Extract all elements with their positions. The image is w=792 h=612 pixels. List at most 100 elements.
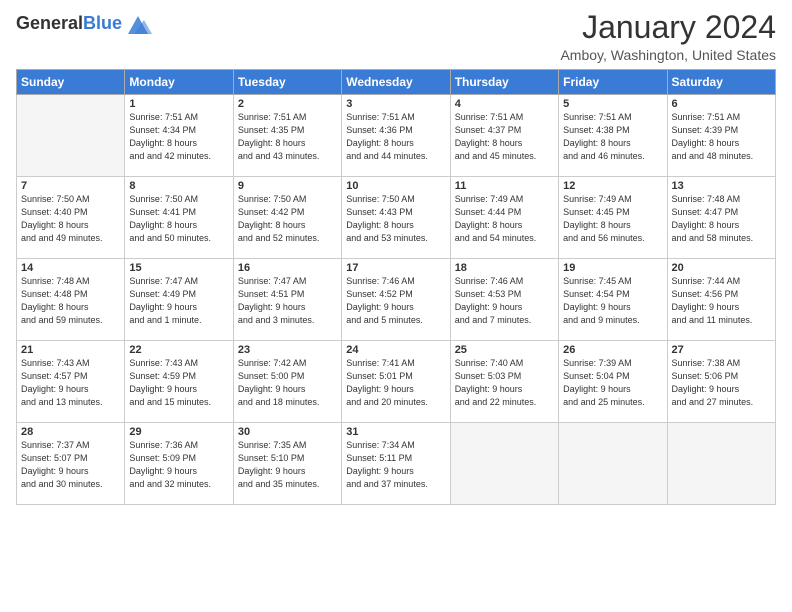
table-row: 24Sunrise: 7:41 AMSunset: 5:01 PMDayligh…: [342, 341, 450, 423]
daylight-line1: Daylight: 8 hours: [455, 219, 554, 232]
table-row: 20Sunrise: 7:44 AMSunset: 4:56 PMDayligh…: [667, 259, 775, 341]
sunset: Sunset: 5:03 PM: [455, 370, 554, 383]
table-row: 12Sunrise: 7:49 AMSunset: 4:45 PMDayligh…: [559, 177, 667, 259]
day-number: 15: [129, 262, 228, 274]
day-number: 24: [346, 344, 445, 356]
sunrise: Sunrise: 7:48 AM: [672, 193, 771, 206]
day-number: 2: [238, 98, 337, 110]
sunset: Sunset: 4:57 PM: [21, 370, 120, 383]
logo-blue-text: Blue: [83, 13, 122, 33]
sunset: Sunset: 5:09 PM: [129, 452, 228, 465]
table-row: 25Sunrise: 7:40 AMSunset: 5:03 PMDayligh…: [450, 341, 558, 423]
daylight-line1: Daylight: 9 hours: [346, 383, 445, 396]
day-info: Sunrise: 7:51 AMSunset: 4:34 PMDaylight:…: [129, 111, 228, 163]
day-number: 25: [455, 344, 554, 356]
table-row: 17Sunrise: 7:46 AMSunset: 4:52 PMDayligh…: [342, 259, 450, 341]
sunset: Sunset: 4:45 PM: [563, 206, 662, 219]
daylight-line2: and and 37 minutes.: [346, 478, 445, 491]
table-row: 23Sunrise: 7:42 AMSunset: 5:00 PMDayligh…: [233, 341, 341, 423]
sunset: Sunset: 5:11 PM: [346, 452, 445, 465]
day-number: 6: [672, 98, 771, 110]
calendar-week-row: 14Sunrise: 7:48 AMSunset: 4:48 PMDayligh…: [17, 259, 776, 341]
daylight-line2: and and 59 minutes.: [21, 314, 120, 327]
sunrise: Sunrise: 7:47 AM: [238, 275, 337, 288]
daylight-line2: and and 3 minutes.: [238, 314, 337, 327]
day-info: Sunrise: 7:42 AMSunset: 5:00 PMDaylight:…: [238, 357, 337, 409]
page: GeneralBlue January 2024 Amboy, Washingt…: [0, 0, 792, 612]
day-info: Sunrise: 7:43 AMSunset: 4:59 PMDaylight:…: [129, 357, 228, 409]
sunset: Sunset: 5:10 PM: [238, 452, 337, 465]
day-number: 19: [563, 262, 662, 274]
day-number: 8: [129, 180, 228, 192]
day-number: 31: [346, 426, 445, 438]
table-row: [667, 423, 775, 505]
sunset: Sunset: 4:36 PM: [346, 124, 445, 137]
daylight-line1: Daylight: 9 hours: [346, 301, 445, 314]
sunset: Sunset: 4:56 PM: [672, 288, 771, 301]
sunset: Sunset: 4:37 PM: [455, 124, 554, 137]
day-info: Sunrise: 7:50 AMSunset: 4:40 PMDaylight:…: [21, 193, 120, 245]
table-row: 14Sunrise: 7:48 AMSunset: 4:48 PMDayligh…: [17, 259, 125, 341]
day-info: Sunrise: 7:36 AMSunset: 5:09 PMDaylight:…: [129, 439, 228, 491]
daylight-line1: Daylight: 8 hours: [346, 219, 445, 232]
daylight-line1: Daylight: 8 hours: [238, 137, 337, 150]
day-number: 10: [346, 180, 445, 192]
daylight-line1: Daylight: 9 hours: [346, 465, 445, 478]
day-number: 28: [21, 426, 120, 438]
logo: GeneralBlue: [16, 10, 152, 38]
day-info: Sunrise: 7:41 AMSunset: 5:01 PMDaylight:…: [346, 357, 445, 409]
daylight-line2: and and 49 minutes.: [21, 232, 120, 245]
daylight-line2: and and 45 minutes.: [455, 150, 554, 163]
table-row: 1Sunrise: 7:51 AMSunset: 4:34 PMDaylight…: [125, 95, 233, 177]
day-info: Sunrise: 7:47 AMSunset: 4:49 PMDaylight:…: [129, 275, 228, 327]
sunrise: Sunrise: 7:36 AM: [129, 439, 228, 452]
table-row: 29Sunrise: 7:36 AMSunset: 5:09 PMDayligh…: [125, 423, 233, 505]
sunset: Sunset: 4:54 PM: [563, 288, 662, 301]
day-info: Sunrise: 7:43 AMSunset: 4:57 PMDaylight:…: [21, 357, 120, 409]
sunrise: Sunrise: 7:47 AM: [129, 275, 228, 288]
table-row: 10Sunrise: 7:50 AMSunset: 4:43 PMDayligh…: [342, 177, 450, 259]
header-thursday: Thursday: [450, 70, 558, 95]
daylight-line1: Daylight: 9 hours: [129, 383, 228, 396]
daylight-line1: Daylight: 9 hours: [21, 383, 120, 396]
day-number: 21: [21, 344, 120, 356]
day-info: Sunrise: 7:51 AMSunset: 4:35 PMDaylight:…: [238, 111, 337, 163]
daylight-line2: and and 5 minutes.: [346, 314, 445, 327]
sunrise: Sunrise: 7:50 AM: [129, 193, 228, 206]
table-row: 19Sunrise: 7:45 AMSunset: 4:54 PMDayligh…: [559, 259, 667, 341]
sunrise: Sunrise: 7:51 AM: [563, 111, 662, 124]
day-number: 30: [238, 426, 337, 438]
sunrise: Sunrise: 7:51 AM: [672, 111, 771, 124]
table-row: 27Sunrise: 7:38 AMSunset: 5:06 PMDayligh…: [667, 341, 775, 423]
table-row: 30Sunrise: 7:35 AMSunset: 5:10 PMDayligh…: [233, 423, 341, 505]
day-number: 12: [563, 180, 662, 192]
sunset: Sunset: 4:38 PM: [563, 124, 662, 137]
daylight-line2: and and 15 minutes.: [129, 396, 228, 409]
sunset: Sunset: 4:47 PM: [672, 206, 771, 219]
day-info: Sunrise: 7:51 AMSunset: 4:39 PMDaylight:…: [672, 111, 771, 163]
sunset: Sunset: 5:07 PM: [21, 452, 120, 465]
sunset: Sunset: 4:51 PM: [238, 288, 337, 301]
sunrise: Sunrise: 7:40 AM: [455, 357, 554, 370]
day-number: 3: [346, 98, 445, 110]
day-number: 16: [238, 262, 337, 274]
sunset: Sunset: 5:00 PM: [238, 370, 337, 383]
sunset: Sunset: 4:48 PM: [21, 288, 120, 301]
sunrise: Sunrise: 7:46 AM: [346, 275, 445, 288]
daylight-line2: and and 32 minutes.: [129, 478, 228, 491]
daylight-line1: Daylight: 9 hours: [238, 383, 337, 396]
day-number: 4: [455, 98, 554, 110]
header-friday: Friday: [559, 70, 667, 95]
table-row: 18Sunrise: 7:46 AMSunset: 4:53 PMDayligh…: [450, 259, 558, 341]
table-row: 15Sunrise: 7:47 AMSunset: 4:49 PMDayligh…: [125, 259, 233, 341]
sunrise: Sunrise: 7:43 AM: [129, 357, 228, 370]
header-sunday: Sunday: [17, 70, 125, 95]
location: Amboy, Washington, United States: [560, 47, 776, 63]
daylight-line2: and and 48 minutes.: [672, 150, 771, 163]
daylight-line1: Daylight: 8 hours: [21, 219, 120, 232]
sunrise: Sunrise: 7:41 AM: [346, 357, 445, 370]
table-row: 6Sunrise: 7:51 AMSunset: 4:39 PMDaylight…: [667, 95, 775, 177]
day-info: Sunrise: 7:48 AMSunset: 4:48 PMDaylight:…: [21, 275, 120, 327]
day-number: 14: [21, 262, 120, 274]
daylight-line1: Daylight: 8 hours: [129, 137, 228, 150]
